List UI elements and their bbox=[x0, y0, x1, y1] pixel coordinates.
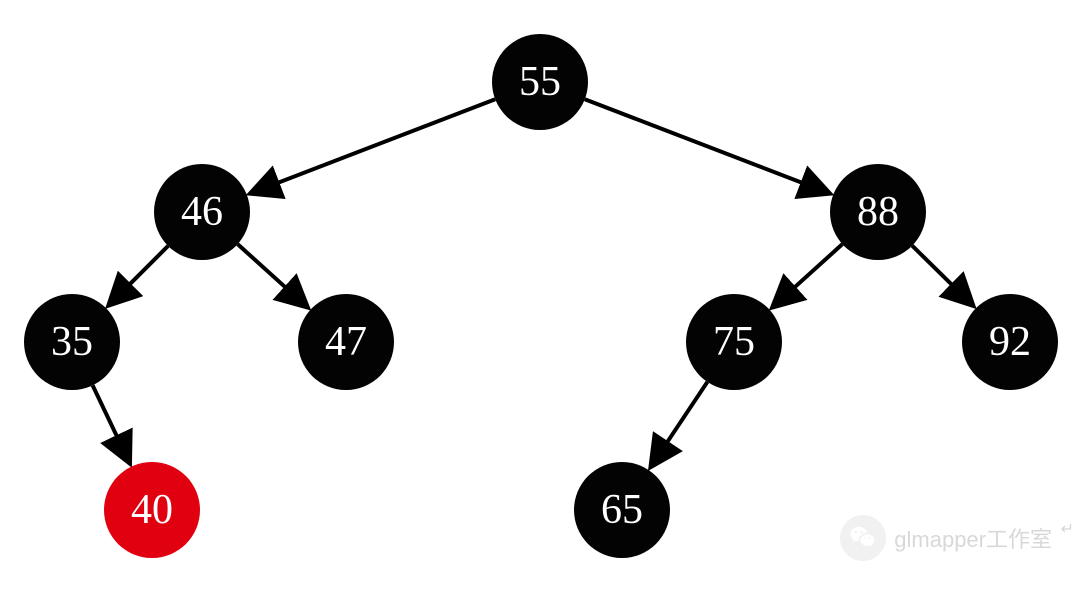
tree-edges bbox=[93, 99, 972, 465]
node-value: 75 bbox=[713, 319, 755, 365]
tree-edge bbox=[585, 99, 828, 192]
paragraph-mark: ↵ bbox=[1061, 519, 1074, 539]
tree-edge bbox=[93, 385, 129, 461]
node-value: 88 bbox=[857, 189, 899, 235]
tree-node-75: 75 bbox=[686, 294, 782, 390]
tree-node-35: 35 bbox=[24, 294, 120, 390]
tree-edge bbox=[110, 246, 168, 304]
node-value: 55 bbox=[519, 59, 561, 105]
node-value: 40 bbox=[131, 487, 173, 533]
node-value: 65 bbox=[601, 487, 643, 533]
tree-node-55: 55 bbox=[492, 34, 588, 130]
tree-edge bbox=[774, 244, 842, 306]
tree-edge bbox=[652, 382, 707, 465]
tree-node-65: 65 bbox=[574, 462, 670, 558]
node-value: 47 bbox=[325, 319, 367, 365]
tree-edge bbox=[252, 99, 495, 192]
watermark-text: glmapper工作室 bbox=[894, 522, 1052, 554]
tree-node-88: 88 bbox=[830, 164, 926, 260]
node-value: 92 bbox=[989, 319, 1031, 365]
tree-node-40: 40 bbox=[104, 462, 200, 558]
tree-node-47: 47 bbox=[298, 294, 394, 390]
wechat-icon bbox=[840, 515, 886, 561]
watermark: glmapper工作室 bbox=[840, 515, 1052, 561]
node-value: 46 bbox=[181, 189, 223, 235]
tree-edge bbox=[912, 246, 971, 304]
tree-node-92: 92 bbox=[962, 294, 1058, 390]
node-value: 35 bbox=[51, 319, 93, 365]
tree-edge bbox=[238, 244, 306, 306]
tree-diagram: 55 46 88 35 47 75 92 40 65 bbox=[0, 0, 1080, 589]
tree-node-46: 46 bbox=[154, 164, 250, 260]
tree-nodes: 55 46 88 35 47 75 92 40 65 bbox=[24, 34, 1058, 558]
